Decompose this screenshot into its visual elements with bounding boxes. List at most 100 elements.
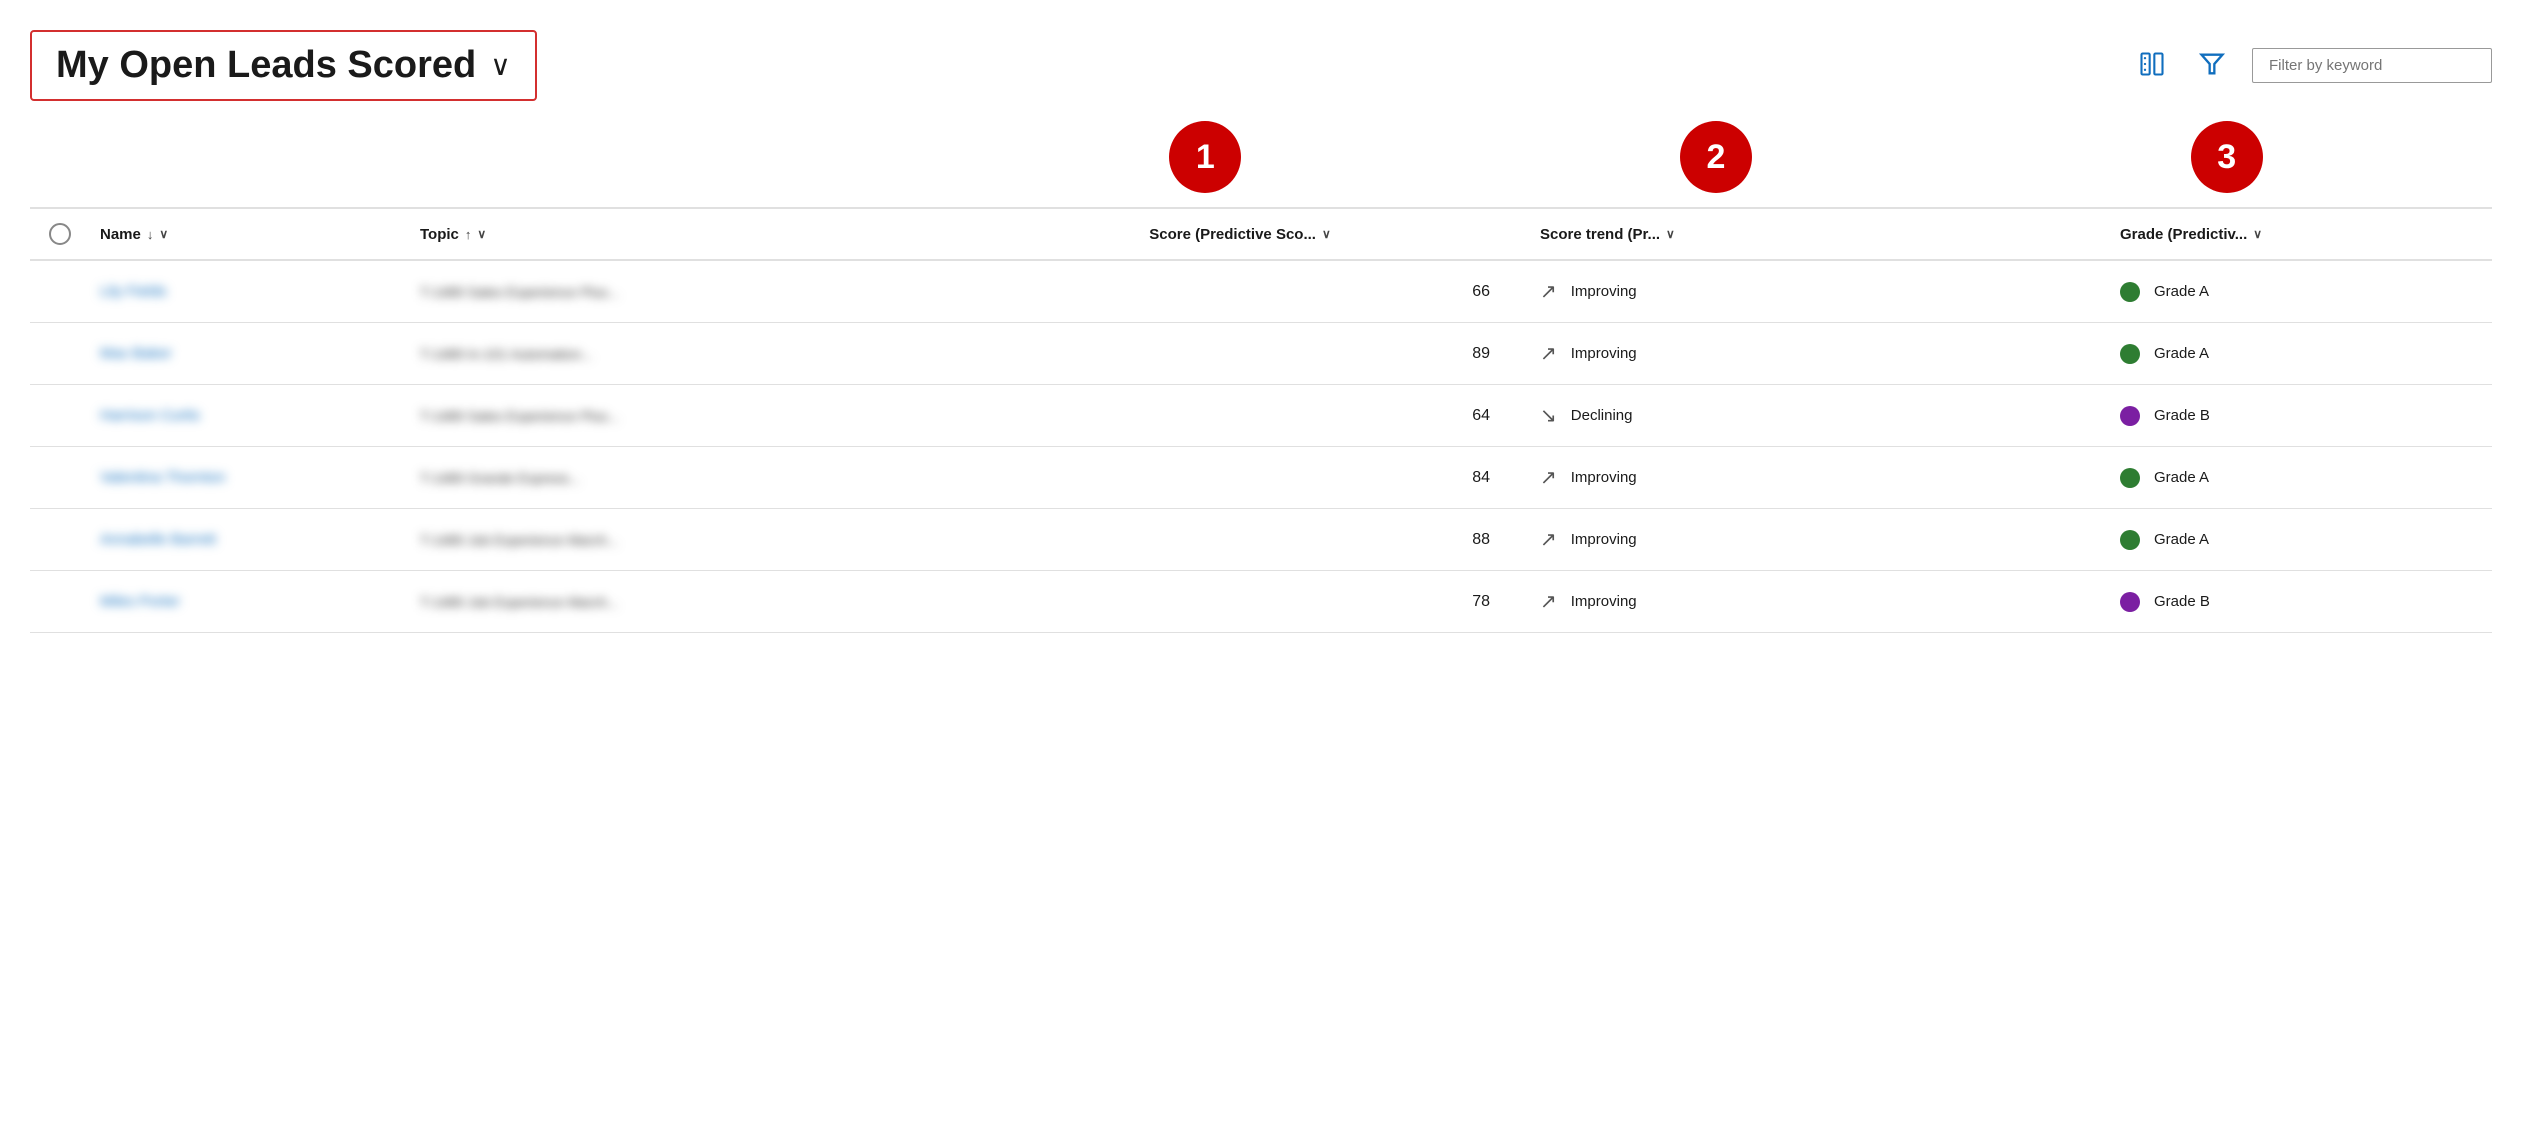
grade-label: Grade B: [2154, 407, 2210, 424]
col-header-score[interactable]: Score (Predictive Sco... ∨: [950, 226, 1530, 243]
table-row: Harrison Curtis T-1489 Sales Experience …: [30, 385, 2492, 447]
row-score: 88: [950, 531, 1530, 549]
row-name[interactable]: Lily Fields: [90, 283, 410, 300]
grade-label: Grade A: [2154, 345, 2209, 362]
row-topic: T-1489 In-101 Automation...: [410, 346, 950, 362]
table-row: Valentina Thornton T-1489 Grande Express…: [30, 447, 2492, 509]
filter-icon: [2198, 50, 2226, 78]
row-trend: ↘ Declining: [1530, 403, 2110, 428]
row-score: 78: [950, 593, 1530, 611]
row-topic: T-1489 Grande Express...: [410, 470, 950, 486]
columns-icon: [2138, 50, 2166, 78]
filter-keyword-input[interactable]: [2269, 57, 2475, 74]
trend-arrow-icon: ↘: [1540, 403, 1557, 428]
col-score-chevron: ∨: [1322, 227, 1331, 241]
row-grade: Grade A: [2110, 344, 2522, 364]
col-topic-sort: ↑: [465, 227, 472, 242]
page-container: My Open Leads Scored ∨: [0, 0, 2522, 1134]
trend-label: Improving: [1571, 469, 1637, 486]
grade-dot-icon: [2120, 592, 2140, 612]
header-actions: [2132, 44, 2492, 87]
grade-dot-icon: [2120, 406, 2140, 426]
col-header-topic[interactable]: Topic ↑ ∨: [410, 226, 950, 243]
row-trend: ↗ Improving: [1530, 589, 2110, 614]
table-row: Lily Fields T-1489 Sales Experience Plus…: [30, 261, 2492, 323]
trend-arrow-icon: ↗: [1540, 341, 1557, 366]
filter-input-wrapper: [2252, 48, 2492, 83]
col-grade-chevron: ∨: [2253, 227, 2262, 241]
columns-settings-button[interactable]: [2132, 44, 2172, 87]
row-grade: Grade B: [2110, 406, 2522, 426]
badges-row: 1 2 3: [30, 121, 2492, 207]
grade-label: Grade A: [2154, 469, 2209, 486]
badge-3: 3: [2191, 121, 2263, 193]
grade-dot-icon: [2120, 468, 2140, 488]
title-dropdown-chevron[interactable]: ∨: [490, 49, 511, 82]
col-trend-chevron: ∨: [1666, 227, 1675, 241]
col-grade-label: Grade (Predictiv...: [2120, 226, 2247, 243]
badge-2: 2: [1680, 121, 1752, 193]
trend-label: Declining: [1571, 407, 1633, 424]
title-area: My Open Leads Scored ∨: [30, 30, 537, 101]
row-name[interactable]: Annabelle Barrett: [90, 531, 410, 548]
rows-container: Lily Fields T-1489 Sales Experience Plus…: [30, 261, 2492, 633]
grade-label: Grade B: [2154, 593, 2210, 610]
col-topic-chevron: ∨: [477, 227, 486, 241]
grade-dot-icon: [2120, 282, 2140, 302]
table-row: Max Baker T-1489 In-101 Automation... 89…: [30, 323, 2492, 385]
data-table: Name ↓ ∨ Topic ↑ ∨ Score (Predictive Sco…: [30, 207, 2492, 633]
badge-1: 1: [1169, 121, 1241, 193]
col-header-checkbox: [30, 223, 90, 245]
badge-1-container: 1: [950, 121, 1461, 199]
select-all-checkbox[interactable]: [49, 223, 71, 245]
filter-button[interactable]: [2192, 44, 2232, 87]
col-header-trend[interactable]: Score trend (Pr... ∨: [1530, 226, 2110, 243]
grade-dot-icon: [2120, 530, 2140, 550]
row-grade: Grade A: [2110, 468, 2522, 488]
trend-arrow-icon: ↗: [1540, 527, 1557, 552]
trend-label: Improving: [1571, 593, 1637, 610]
badge-2-container: 2: [1461, 121, 1972, 199]
grade-label: Grade A: [2154, 531, 2209, 548]
col-score-label: Score (Predictive Sco...: [1149, 226, 1316, 243]
trend-label: Improving: [1571, 531, 1637, 548]
col-topic-label: Topic: [420, 226, 459, 243]
score-value: 64: [1472, 407, 1490, 425]
row-topic: T-1489 Job Experience March...: [410, 532, 950, 548]
row-name[interactable]: Max Baker: [90, 345, 410, 362]
grade-label: Grade A: [2154, 283, 2209, 300]
row-trend: ↗ Improving: [1530, 279, 2110, 304]
col-name-label: Name: [100, 226, 141, 243]
trend-arrow-icon: ↗: [1540, 465, 1557, 490]
trend-arrow-icon: ↗: [1540, 589, 1557, 614]
trend-label: Improving: [1571, 283, 1637, 300]
row-trend: ↗ Improving: [1530, 465, 2110, 490]
col-header-grade[interactable]: Grade (Predictiv... ∨: [2110, 226, 2522, 243]
table-row: Miles Porter T-1489 Job Experience March…: [30, 571, 2492, 633]
row-score: 84: [950, 469, 1530, 487]
row-grade: Grade A: [2110, 530, 2522, 550]
table-row: Annabelle Barrett T-1489 Job Experience …: [30, 509, 2492, 571]
column-headers: Name ↓ ∨ Topic ↑ ∨ Score (Predictive Sco…: [30, 209, 2492, 261]
score-value: 78: [1472, 593, 1490, 611]
row-trend: ↗ Improving: [1530, 527, 2110, 552]
row-name[interactable]: Valentina Thornton: [90, 469, 410, 486]
badge-3-container: 3: [1971, 121, 2482, 199]
row-grade: Grade A: [2110, 282, 2522, 302]
score-value: 89: [1472, 345, 1490, 363]
score-value: 66: [1472, 283, 1490, 301]
row-name[interactable]: Harrison Curtis: [90, 407, 410, 424]
row-grade: Grade B: [2110, 592, 2522, 612]
row-name[interactable]: Miles Porter: [90, 593, 410, 610]
col-header-name[interactable]: Name ↓ ∨: [90, 226, 410, 243]
score-value: 88: [1472, 531, 1490, 549]
col-trend-label: Score trend (Pr...: [1540, 226, 1660, 243]
trend-label: Improving: [1571, 345, 1637, 362]
grade-dot-icon: [2120, 344, 2140, 364]
row-score: 89: [950, 345, 1530, 363]
row-score: 66: [950, 283, 1530, 301]
score-value: 84: [1472, 469, 1490, 487]
col-name-sort: ↓: [147, 227, 154, 242]
row-topic: T-1489 Sales Experience Plus...: [410, 408, 950, 424]
row-topic: T-1489 Sales Experience Plus...: [410, 284, 950, 300]
